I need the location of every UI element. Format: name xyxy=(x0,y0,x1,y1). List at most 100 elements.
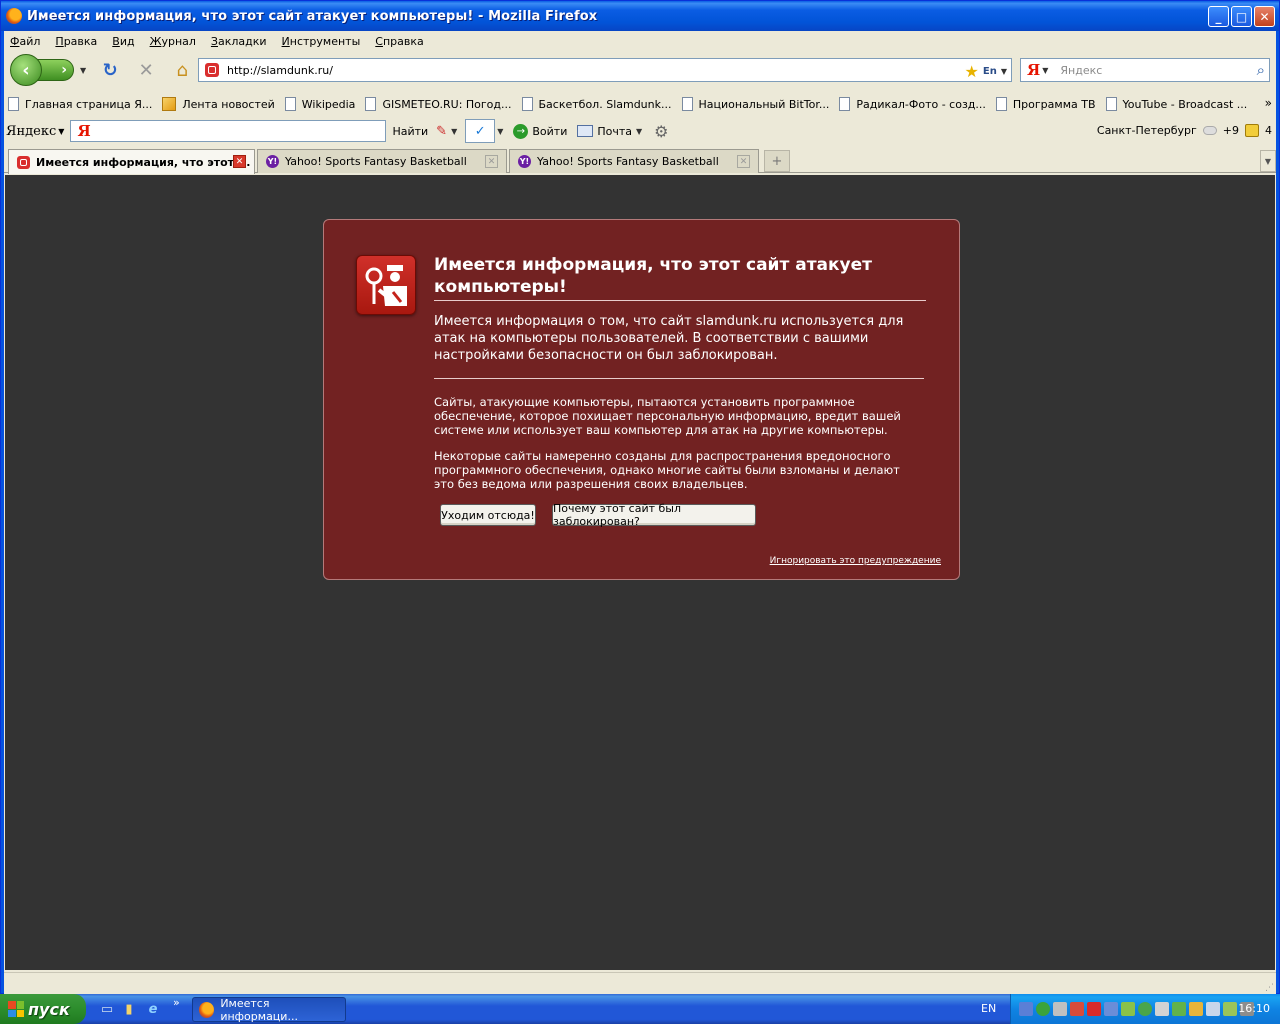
language-icon[interactable]: En xyxy=(983,66,997,77)
temperature-label: +9 xyxy=(1222,124,1239,137)
stop-icon[interactable]: ✕ xyxy=(134,58,158,82)
search-icon[interactable]: ⌕ xyxy=(1257,61,1265,79)
folder-icon[interactable]: ▮ xyxy=(120,1000,138,1018)
history-dropdown-icon[interactable]: ▼ xyxy=(80,66,86,75)
tab-label: Yahoo! Sports Fantasy Basketball xyxy=(285,155,467,168)
bookmark-item[interactable]: YouTube - Broadcast ... xyxy=(1105,97,1247,111)
taskbar-item-label: Имеется информаци... xyxy=(220,996,298,1023)
torrent-tray-icon[interactable] xyxy=(1172,1002,1186,1016)
error-title: Имеется информация, что этот сайт атакуе… xyxy=(434,254,926,301)
show-desktop-icon[interactable]: ▭ xyxy=(98,1000,116,1018)
gear-icon[interactable]: ⚙ xyxy=(654,122,668,141)
close-tab-icon[interactable]: ✕ xyxy=(737,155,750,168)
login-button[interactable]: Войти xyxy=(532,125,567,138)
why-blocked-button[interactable]: Почему этот сайт был заблокирован? xyxy=(552,502,756,528)
close-tab-icon[interactable]: ✕ xyxy=(485,155,498,168)
browser-chrome: Файл Правка Вид Журнал Закладки Инструме… xyxy=(4,31,1276,994)
menu-help[interactable]: Справка xyxy=(375,35,423,48)
firefox-icon xyxy=(199,1001,215,1018)
volume-tray-icon[interactable] xyxy=(1206,1002,1220,1016)
tab-list-dropdown-icon[interactable]: ▼ xyxy=(1260,150,1276,172)
maximize-button[interactable]: □ xyxy=(1231,6,1252,27)
bookmark-item[interactable]: Баскетбол. Slamdunk... xyxy=(521,97,672,111)
spellcheck-dropdown-icon[interactable]: ▼ xyxy=(497,127,503,136)
new-tab-button[interactable]: + xyxy=(764,150,790,172)
yahoo-icon: Y! xyxy=(518,155,531,168)
menu-view[interactable]: Вид xyxy=(112,35,134,48)
network-icon[interactable] xyxy=(1019,1002,1033,1016)
malware-warning-box: Имеется информация, что этот сайт атакуе… xyxy=(323,219,960,580)
taskbar-item-firefox[interactable]: Имеется информаци... xyxy=(192,996,346,1023)
back-button[interactable]: ‹ xyxy=(10,54,42,86)
yandex-input-logo: Я xyxy=(77,122,91,140)
app-tray-icon[interactable] xyxy=(1036,1002,1050,1016)
language-indicator[interactable]: EN xyxy=(981,1002,996,1015)
tab-yahoo-2[interactable]: Y! Yahoo! Sports Fantasy Basketball ✕ xyxy=(509,149,759,173)
highlighter-icon[interactable]: ✎ xyxy=(436,124,447,139)
chat-tray-icon[interactable] xyxy=(1138,1002,1152,1016)
search-input[interactable]: Яндекс xyxy=(1060,64,1102,77)
bookmark-item[interactable]: Главная страница Я... xyxy=(8,97,152,111)
error-long-description-2: Некоторые сайты намеренно созданы для ра… xyxy=(434,449,900,491)
yandex-logo[interactable]: Яндекс xyxy=(6,124,56,139)
yandex-find-button[interactable]: Найти xyxy=(392,125,428,138)
reload-icon[interactable]: ↻ xyxy=(98,58,122,82)
yandex-search-input[interactable]: Я xyxy=(70,120,387,142)
login-icon[interactable]: → xyxy=(513,123,529,139)
resize-grip-icon[interactable]: ⋰ xyxy=(1265,983,1274,993)
money-icon xyxy=(1245,124,1259,137)
highlighter-dropdown-icon[interactable]: ▼ xyxy=(451,127,457,136)
windows-logo-icon xyxy=(8,1001,24,1017)
search-bar[interactable]: Я ▼ Яндекс ⌕ xyxy=(1020,58,1270,82)
taskbar: пуск ▭ ▮ e » Имеется информаци... EN 16:… xyxy=(0,994,1280,1024)
bookmark-item[interactable]: Программа ТВ xyxy=(995,97,1096,111)
disk-tray-icon[interactable] xyxy=(1053,1002,1067,1016)
mail-icon[interactable] xyxy=(577,125,594,137)
bookmark-item[interactable]: Радикал-Фото - созд... xyxy=(839,97,986,111)
bookmark-item[interactable]: Национальный BitTor... xyxy=(681,97,829,111)
yandex-dropdown-icon[interactable]: ▼ xyxy=(58,127,64,136)
mail-button[interactable]: Почта xyxy=(597,125,632,138)
page-icon xyxy=(1105,97,1117,111)
yandex-toolbar: Яндекс ▼ Я Найти ✎ ▼ ✓ ▼ → Войти Почта ▼… xyxy=(4,117,1276,145)
search-engine-icon[interactable]: Я xyxy=(1027,61,1040,79)
ignore-warning-link[interactable]: Игнорировать это предупреждение xyxy=(770,556,941,566)
utility-tray-icon[interactable] xyxy=(1121,1002,1135,1016)
minimize-button[interactable]: _ xyxy=(1208,6,1229,27)
bookmark-item[interactable]: Лента новостей xyxy=(162,97,275,111)
url-dropdown-icon[interactable]: ▼ xyxy=(1001,67,1007,76)
bookmark-label: GISMETEO.RU: Погод... xyxy=(382,97,512,111)
security-tray-icon[interactable] xyxy=(1189,1002,1203,1016)
bookmark-item[interactable]: Wikipedia xyxy=(284,97,355,111)
url-bar[interactable]: http://slamdunk.ru/ ★ En ▼ xyxy=(198,58,1012,82)
menu-file[interactable]: Файл xyxy=(10,35,40,48)
menu-tools[interactable]: Инструменты xyxy=(282,35,361,48)
home-icon[interactable]: ⌂ xyxy=(170,58,194,82)
engine-dropdown-icon[interactable]: ▼ xyxy=(1042,66,1048,75)
chevron-right-icon[interactable]: » xyxy=(1265,96,1272,110)
weather-widget[interactable]: Санкт-Петербург +9 4 xyxy=(1097,124,1272,137)
speaker-tray-icon[interactable] xyxy=(1070,1002,1084,1016)
url-text[interactable]: http://slamdunk.ru/ xyxy=(227,64,333,77)
menu-history[interactable]: Журнал xyxy=(150,35,196,48)
internet-explorer-icon[interactable]: e xyxy=(144,1000,162,1018)
get-me-out-button[interactable]: Уходим отсюда! xyxy=(440,504,536,526)
mail-dropdown-icon[interactable]: ▼ xyxy=(636,127,642,136)
tab-yahoo-1[interactable]: Y! Yahoo! Sports Fantasy Basketball ✕ xyxy=(257,149,507,173)
bookmark-item[interactable]: GISMETEO.RU: Погод... xyxy=(365,97,512,111)
close-button[interactable]: ✕ xyxy=(1254,6,1275,27)
title-bar[interactable]: Имеется информация, что этот сайт атакуе… xyxy=(1,1,1279,31)
start-button[interactable]: пуск xyxy=(0,994,86,1024)
menu-bookmarks[interactable]: Закладки xyxy=(211,35,267,48)
close-tab-icon[interactable]: ✕ xyxy=(233,155,246,168)
network-tray-icon[interactable] xyxy=(1104,1002,1118,1016)
quicklaunch-more-icon[interactable]: » xyxy=(173,996,180,1009)
update-tray-icon[interactable] xyxy=(1223,1002,1237,1016)
spellcheck-icon[interactable]: ✓ xyxy=(465,119,496,143)
blocked-tray-icon[interactable] xyxy=(1087,1002,1101,1016)
tool-tray-icon[interactable] xyxy=(1155,1002,1169,1016)
window-controls: _ □ ✕ xyxy=(1208,6,1275,27)
menu-edit[interactable]: Правка xyxy=(55,35,97,48)
bookmark-star-icon[interactable]: ★ xyxy=(965,62,979,81)
tab-blocked-site[interactable]: Имеется информация, что этот ... ✕ xyxy=(8,149,255,174)
